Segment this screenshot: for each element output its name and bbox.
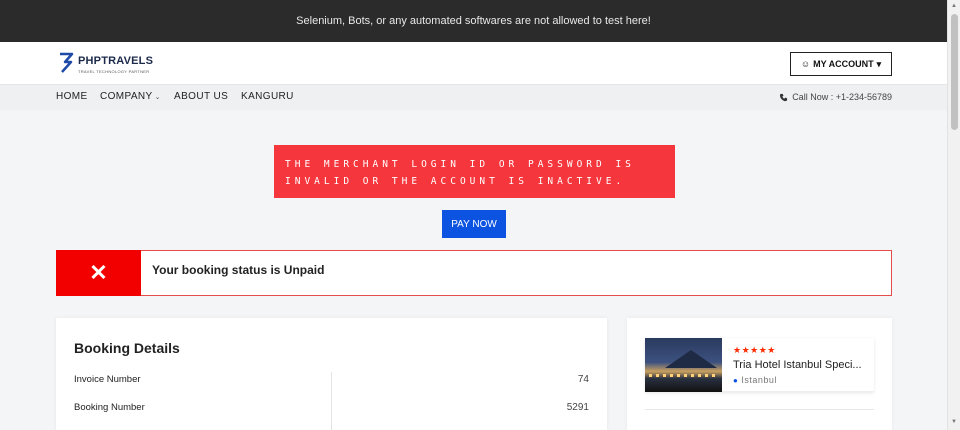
booking-status-text: Your booking status is Unpaid	[152, 263, 325, 277]
map-pin-icon: ●	[733, 376, 739, 385]
automation-notice-text: Selenium, Bots, or any automated softwar…	[296, 15, 651, 27]
hotel-image	[645, 338, 722, 392]
merchant-error-text: THE MERCHANT LOGIN ID OR PASSWORD IS INV…	[285, 159, 635, 187]
booking-status-box: ✕ Your booking status is Unpaid	[56, 250, 892, 296]
divider	[645, 409, 874, 410]
nav-about-us[interactable]: ABOUT US	[174, 91, 228, 102]
phone-icon	[780, 93, 788, 101]
pay-now-button[interactable]: PAY NOW	[442, 210, 506, 238]
hotel-location: ● Istanbul	[733, 375, 777, 385]
my-account-button[interactable]: ☺ MY ACCOUNT ▾	[790, 52, 892, 76]
booking-number-value: 5291	[566, 402, 589, 413]
scroll-down-arrow-icon[interactable]: ▼	[951, 419, 957, 425]
hotel-rating-stars: ★★★★★	[733, 345, 776, 355]
hotel-name: Tria Hotel Istanbul Speci...	[733, 359, 862, 371]
user-icon: ☺	[800, 59, 811, 69]
page-scrollbar[interactable]: ▲ ▼	[947, 0, 960, 430]
nav-home[interactable]: HOME	[56, 91, 88, 102]
invoice-number-label: Invoice Number	[74, 374, 141, 385]
hotel-item[interactable]: ★★★★★ Tria Hotel Istanbul Speci... ● Ist…	[645, 338, 874, 392]
phptravels-logo-icon	[60, 52, 74, 73]
booking-details-title: Booking Details	[74, 340, 180, 356]
hotel-location-text: Istanbul	[741, 375, 777, 385]
my-account-label: MY ACCOUNT	[813, 59, 874, 69]
chevron-down-icon: ⌄	[154, 94, 161, 101]
brand-logo[interactable]: PHPTRAVELS TRAVEL TECHNOLOGY PARTNER	[57, 51, 153, 75]
caret-down-icon: ▾	[876, 58, 882, 69]
hotel-summary-card: ★★★★★ Tria Hotel Istanbul Speci... ● Ist…	[627, 318, 892, 430]
nav-company-label: COMPANY	[100, 91, 153, 102]
status-icon-panel: ✕	[56, 250, 141, 296]
merchant-error-alert: THE MERCHANT LOGIN ID OR PASSWORD IS INV…	[274, 145, 675, 198]
call-now-text: Call Now : +1-234-56789	[792, 92, 892, 102]
nav-company[interactable]: COMPANY ⌄	[100, 91, 161, 102]
scrollbar-thumb[interactable]	[951, 14, 958, 130]
close-icon: ✕	[89, 260, 108, 285]
call-now[interactable]: Call Now : +1-234-56789	[779, 92, 892, 102]
scroll-up-arrow-icon[interactable]: ▲	[951, 3, 957, 9]
pay-now-label: PAY NOW	[451, 218, 497, 230]
site-header: PHPTRAVELS TRAVEL TECHNOLOGY PARTNER ☺ M…	[0, 42, 947, 85]
nav-kanguru[interactable]: KANGURU	[241, 91, 294, 102]
brand-name: PHPTRAVELS	[78, 55, 154, 67]
invoice-number-value: 74	[577, 374, 589, 385]
booking-number-label: Booking Number	[74, 402, 145, 413]
brand-tagline: TRAVEL TECHNOLOGY PARTNER	[78, 69, 150, 74]
column-divider	[331, 372, 332, 430]
automation-notice-bar: Selenium, Bots, or any automated softwar…	[0, 0, 947, 42]
booking-details-card: Booking Details Invoice Number 74 Bookin…	[56, 318, 607, 430]
main-nav: HOME COMPANY ⌄ ABOUT US KANGURU Call Now …	[0, 85, 947, 110]
